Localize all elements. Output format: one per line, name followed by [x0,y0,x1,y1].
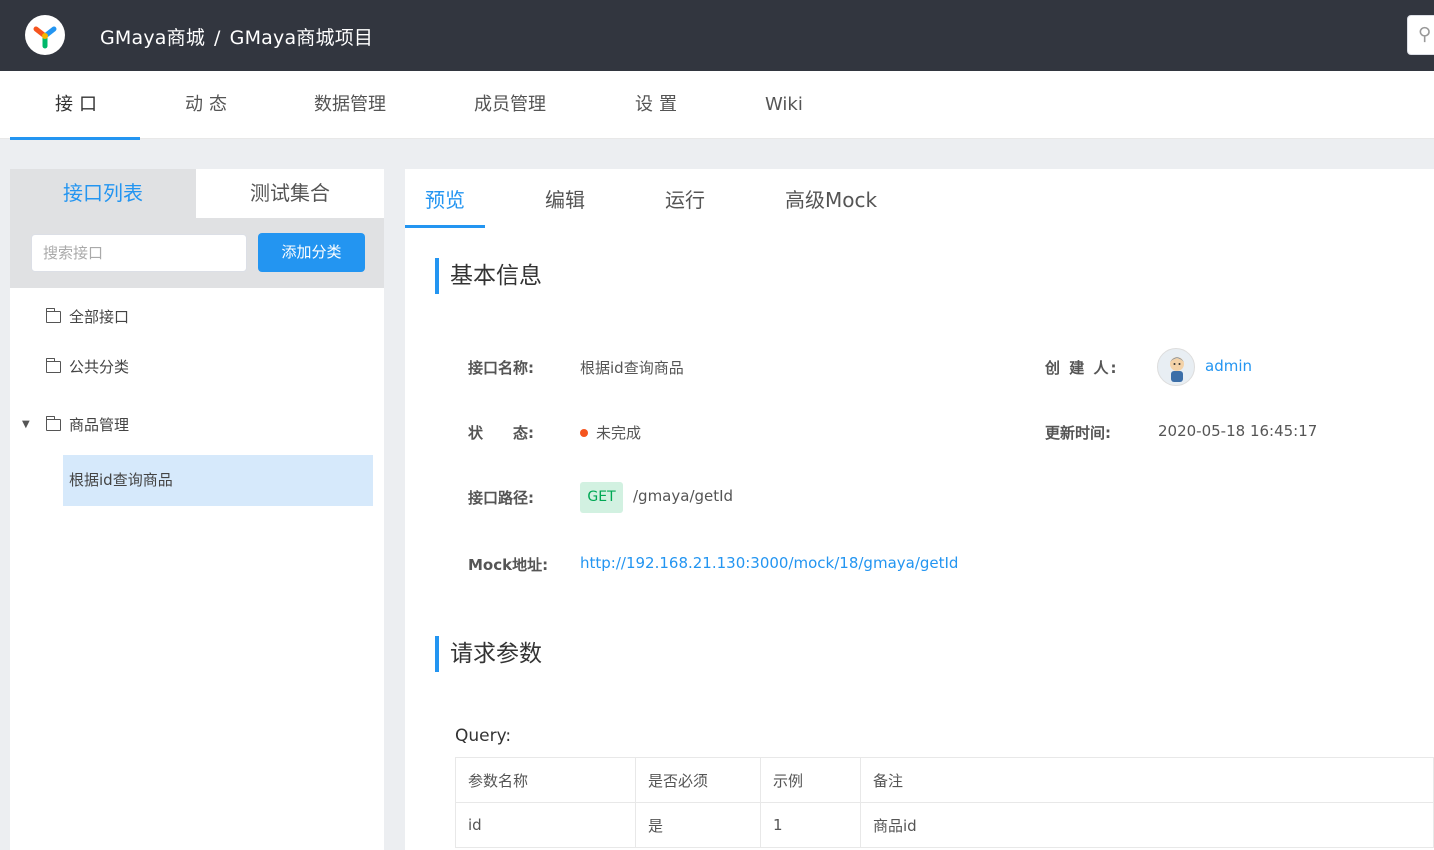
detail-tab-indicator [405,225,485,228]
breadcrumb-group[interactable]: GMaya商城 [100,27,205,49]
creator-link[interactable]: admin [1205,357,1252,375]
folder-icon [45,416,61,431]
tree-item-goods[interactable]: ▼ 商品管理 [10,409,384,441]
tab-edit[interactable]: 编辑 [545,169,585,228]
search-interface-input[interactable] [31,234,247,272]
path-label: 接口路径: [468,489,534,507]
tree-item-label: 公共分类 [69,358,130,376]
tree-item-public[interactable]: 公共分类 [10,351,384,383]
global-search[interactable]: ⚲ [1407,15,1434,55]
section-title-request-params: 请求参数 [435,636,542,672]
interface-name-value: 根据id查询商品 [580,359,684,377]
updated-time-label: 更新时间: [1045,424,1111,442]
method-badge: GET [580,482,623,513]
section-title-basic-info: 基本信息 [435,258,542,294]
tab-activity[interactable]: 动态 [185,71,233,139]
tab-interface[interactable]: 接口 [55,71,103,139]
caret-down-icon[interactable]: ▼ [22,409,30,441]
project-nav: 接口 动态 数据管理 成员管理 设置 Wiki [0,71,1434,139]
table-cell: 商品id [860,802,1434,848]
tree-item-selected-interface[interactable]: 根据id查询商品 [63,455,373,506]
tab-interface-list[interactable]: 接口列表 [10,169,196,218]
tree-item-label: 全部接口 [69,308,130,326]
status-value: 未完成 [580,422,641,443]
tab-preview[interactable]: 预览 [425,169,465,228]
top-bar: GMaya商城 / GMaya商城项目 ⚲ [0,0,1434,71]
tab-run[interactable]: 运行 [665,169,705,228]
interface-sidebar: 接口列表 测试集合 添加分类 全部接口 公共分类 ▼ 商品管理 根据id查询商品 [10,169,384,850]
tree-item-all[interactable]: 全部接口 [10,301,384,333]
tree-item-label: 商品管理 [69,416,130,434]
path-value: /gmaya/getId [633,487,734,505]
interface-name-label: 接口名称: [468,359,534,377]
table-header-row: 参数名称 是否必须 示例 备注 [455,757,1434,803]
table-row: id 是 1 商品id [455,802,1434,848]
column-header: 是否必须 [635,757,761,803]
table-cell: id [455,802,636,848]
folder-icon [45,308,61,323]
mock-address-link[interactable]: http://192.168.21.130:3000/mock/18/gmaya… [580,554,958,572]
sidebar-tabs: 接口列表 测试集合 [10,169,384,218]
search-icon: ⚲ [1418,24,1432,45]
tab-data-management[interactable]: 数据管理 [314,71,386,139]
column-header: 参数名称 [455,757,636,803]
tab-advanced-mock[interactable]: 高级Mock [785,169,877,228]
breadcrumb-separator: / [214,27,221,49]
breadcrumb-project[interactable]: GMaya商城项目 [230,27,373,49]
status-dot-icon [580,429,588,437]
table-cell: 1 [760,802,861,848]
yapi-logo[interactable] [25,15,65,55]
status-label: 状 态: [468,424,534,442]
column-header: 备注 [860,757,1434,803]
active-tab-indicator [10,137,140,140]
tab-member-management[interactable]: 成员管理 [474,71,546,139]
status-text: 未完成 [596,424,642,442]
breadcrumb: GMaya商城 / GMaya商城项目 [100,23,373,50]
mock-address-label: Mock地址: [468,556,549,574]
tab-wiki[interactable]: Wiki [765,71,803,139]
add-category-button[interactable]: 添加分类 [258,233,365,272]
tab-test-collection[interactable]: 测试集合 [196,169,384,218]
query-params-table: 参数名称 是否必须 示例 备注 id 是 1 商品id [455,757,1434,848]
updated-time-value: 2020-05-18 16:45:17 [1158,422,1318,440]
creator-label: 创 建 人: [1045,359,1119,377]
query-label: Query: [455,726,512,746]
interface-detail: 预览 编辑 运行 高级Mock 基本信息 接口名称: 根据id查询商品 创 建 … [405,169,1434,850]
avatar[interactable] [1157,348,1195,386]
sidebar-search-bar: 添加分类 [10,218,384,288]
column-header: 示例 [760,757,861,803]
folder-icon [45,358,61,373]
table-cell: 是 [635,802,761,848]
tab-settings[interactable]: 设置 [635,71,683,139]
